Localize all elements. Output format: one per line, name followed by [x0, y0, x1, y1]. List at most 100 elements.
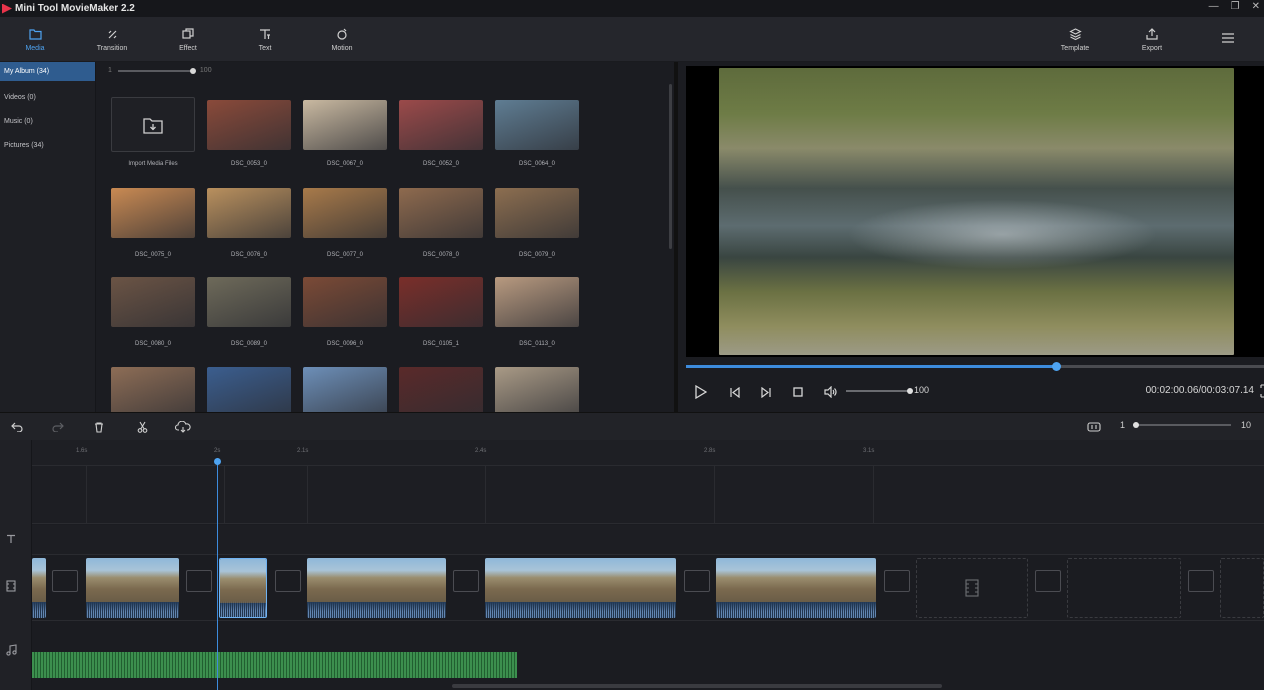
transition-slot[interactable]: [1035, 570, 1061, 592]
library-item-videos[interactable]: Videos (0): [0, 85, 95, 109]
import-media-label: Import Media Files: [128, 161, 178, 167]
transition-slot[interactable]: [52, 570, 78, 592]
media-thumbnail[interactable]: [207, 100, 291, 150]
media-thumbnail[interactable]: [399, 100, 483, 150]
tab-text[interactable]: Text: [253, 17, 277, 62]
media-thumbnail-label: DSC_0096_0: [326, 341, 364, 347]
volume-button[interactable]: [822, 384, 838, 400]
volume-slider[interactable]: [846, 388, 913, 394]
tab-effect-label: Effect: [179, 45, 197, 52]
playhead-handle[interactable]: [214, 458, 221, 465]
maximize-button[interactable]: ❐: [1231, 1, 1240, 12]
video-clip[interactable]: [86, 558, 179, 618]
ruler-tick-label: 2s: [214, 448, 221, 454]
media-thumbnail[interactable]: [303, 188, 387, 238]
media-thumbnail[interactable]: [111, 367, 195, 412]
fit-timeline-button[interactable]: [1086, 419, 1102, 435]
selected-video-clip[interactable]: [219, 558, 267, 618]
tab-media-label: Media: [25, 45, 45, 52]
transition-slot[interactable]: [884, 570, 910, 592]
progress-knob[interactable]: [1051, 362, 1061, 371]
import-folder-icon: [143, 117, 163, 134]
timeline-scrollbar[interactable]: [452, 684, 942, 688]
transition-slot[interactable]: [453, 570, 479, 592]
close-button[interactable]: ✕: [1252, 1, 1260, 12]
hamburger-menu-icon: [1221, 31, 1235, 45]
music-clip[interactable]: [32, 652, 517, 678]
ruler-tick-label: 2.1s: [297, 448, 309, 454]
transition-slot[interactable]: [186, 570, 212, 592]
import-media-button[interactable]: [111, 97, 195, 152]
video-clip[interactable]: [32, 558, 46, 618]
library-item-my-album[interactable]: My Album (34): [0, 62, 95, 81]
playback-progress[interactable]: [686, 362, 1264, 371]
playhead[interactable]: [217, 458, 218, 690]
timeline-zoom-slider[interactable]: 1 10: [1120, 420, 1251, 430]
volume-knob[interactable]: [907, 388, 913, 394]
play-icon: [694, 385, 707, 399]
video-player[interactable]: [686, 66, 1264, 357]
empty-clip-slot[interactable]: [1220, 558, 1264, 618]
audio-detach-button[interactable]: [175, 419, 191, 435]
step-forward-icon: [760, 386, 771, 398]
media-thumbnail[interactable]: [207, 277, 291, 327]
ruler-grid-line: [224, 466, 225, 524]
previous-frame-button[interactable]: [726, 384, 742, 400]
next-frame-button[interactable]: [758, 384, 774, 400]
transition-slot[interactable]: [684, 570, 710, 592]
media-thumbnail[interactable]: [495, 277, 579, 327]
timeline-zoom-knob[interactable]: [1133, 422, 1140, 428]
tab-media[interactable]: Media: [22, 17, 48, 62]
delete-button[interactable]: [91, 419, 107, 435]
moviemaker-window: Mini Tool MovieMaker 2.2 — ❐ ✕ Media Tra…: [0, 0, 1264, 690]
media-thumbnail[interactable]: [207, 367, 291, 412]
library-item-music[interactable]: Music (0): [0, 109, 95, 133]
media-scrollbar[interactable]: [669, 84, 672, 249]
media-thumbnail[interactable]: [495, 100, 579, 150]
transition-slot[interactable]: [1188, 570, 1214, 592]
media-thumbnail[interactable]: [111, 188, 195, 238]
media-thumbnail[interactable]: [399, 188, 483, 238]
media-thumbnail[interactable]: [495, 188, 579, 238]
video-clip[interactable]: [485, 558, 676, 618]
media-thumbnail[interactable]: [303, 100, 387, 150]
ruler-grid-line: [485, 466, 486, 524]
timeline: 1.6s 2s 2.1s 2.4s 2.8s 3.1s: [0, 440, 1264, 690]
media-thumbnail-label: DSC_0105_1: [422, 341, 460, 347]
media-thumbnail-label: DSC_0053_0: [230, 161, 268, 167]
tab-effect[interactable]: Effect: [174, 17, 202, 62]
tab-transition[interactable]: Transition: [92, 17, 132, 62]
minimize-button[interactable]: —: [1209, 1, 1219, 12]
play-button[interactable]: [692, 384, 708, 400]
media-zoom-knob[interactable]: [189, 67, 196, 74]
media-thumbnail[interactable]: [303, 277, 387, 327]
media-thumbnail[interactable]: [399, 367, 483, 412]
menu-button[interactable]: [1218, 17, 1238, 62]
undo-button[interactable]: [9, 419, 25, 435]
media-thumbnail[interactable]: [303, 367, 387, 412]
export-button[interactable]: Export: [1137, 17, 1167, 62]
video-clip[interactable]: [307, 558, 446, 618]
media-thumbnail[interactable]: [207, 188, 291, 238]
media-thumbnail[interactable]: [111, 277, 195, 327]
ruler-tick-label: 2.4s: [475, 448, 487, 454]
media-grid: 1 100 Import Media Files DSC_0053_0 DSC_0…: [96, 62, 674, 412]
redo-button[interactable]: [50, 419, 66, 435]
media-thumbnail[interactable]: [495, 367, 579, 412]
split-button[interactable]: [134, 419, 150, 435]
library-item-pictures[interactable]: Pictures (34): [0, 133, 95, 157]
step-back-icon: [729, 386, 740, 398]
tab-motion[interactable]: Motion: [328, 17, 356, 62]
empty-clip-slot[interactable]: [916, 558, 1028, 618]
fullscreen-icon[interactable]: [1260, 384, 1264, 398]
transition-slot[interactable]: [275, 570, 301, 592]
template-button[interactable]: Template: [1056, 17, 1094, 62]
ruler-tick-label: 1.6s: [76, 448, 88, 454]
video-clip[interactable]: [716, 558, 876, 618]
media-thumbnail[interactable]: [399, 277, 483, 327]
media-zoom-slider[interactable]: 1 100: [108, 67, 212, 74]
empty-clip-slot[interactable]: [1067, 558, 1181, 618]
media-thumbnail-label: DSC_0075_0: [134, 252, 172, 258]
media-thumbnail-label: DSC_0067_0: [326, 161, 364, 167]
stop-button[interactable]: [790, 384, 806, 400]
